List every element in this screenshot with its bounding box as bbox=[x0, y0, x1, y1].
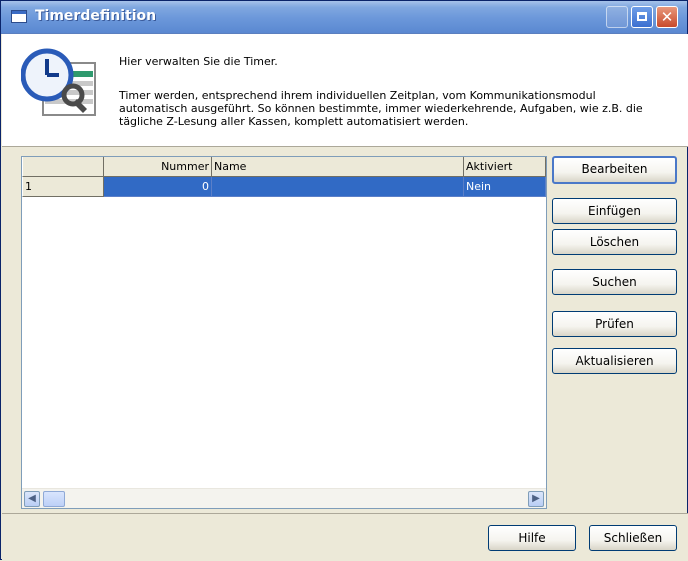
column-header-nummer[interactable]: Nummer bbox=[104, 157, 212, 177]
aktualisieren-button[interactable]: Aktualisieren bbox=[552, 348, 677, 374]
column-header-name[interactable]: Name bbox=[212, 157, 464, 177]
einfuegen-button[interactable]: Einfügen bbox=[552, 198, 677, 224]
close-icon: ✕ bbox=[660, 8, 674, 26]
hilfe-button[interactable]: Hilfe bbox=[488, 525, 576, 551]
close-button[interactable]: ✕ bbox=[656, 6, 678, 28]
horizontal-scrollbar[interactable]: ◀ ▶ bbox=[22, 488, 546, 508]
schliessen-button[interactable]: Schließen bbox=[589, 525, 677, 551]
maximize-button[interactable] bbox=[631, 6, 653, 28]
row-header-corner bbox=[22, 157, 104, 177]
timer-definition-window: Timerdefinition ✕ Hier verwalten Sie die… bbox=[0, 0, 688, 561]
window-title: Timerdefinition bbox=[35, 8, 157, 24]
table-row[interactable]: 1 0 Nein bbox=[22, 177, 546, 197]
window-icon bbox=[11, 10, 27, 23]
bearbeiten-button[interactable]: Bearbeiten bbox=[552, 156, 677, 184]
row-number[interactable]: 1 bbox=[22, 177, 104, 197]
table-header: Nummer Name Aktiviert bbox=[22, 157, 546, 177]
cell-aktiviert[interactable]: Nein bbox=[464, 177, 546, 197]
scroll-right-button[interactable]: ▶ bbox=[528, 491, 544, 507]
cell-nummer[interactable]: 0 bbox=[104, 177, 212, 197]
loeschen-button[interactable]: Löschen bbox=[552, 229, 677, 255]
description-text: Timer werden, entsprechend ihrem individ… bbox=[119, 89, 643, 128]
footer-bar bbox=[2, 513, 688, 561]
scroll-left-button[interactable]: ◀ bbox=[24, 491, 40, 507]
cell-name[interactable] bbox=[212, 177, 464, 197]
timer-table[interactable]: Nummer Name Aktiviert 1 0 Nein ◀ ▶ bbox=[21, 156, 547, 509]
column-header-aktiviert[interactable]: Aktiviert bbox=[464, 157, 546, 177]
clock-wrench-icon bbox=[21, 48, 96, 116]
title-bar[interactable]: Timerdefinition ✕ bbox=[1, 1, 687, 34]
pruefen-button[interactable]: Prüfen bbox=[552, 311, 677, 337]
suchen-button[interactable]: Suchen bbox=[552, 269, 677, 295]
maximize-icon bbox=[637, 12, 647, 21]
minimize-button[interactable] bbox=[606, 6, 628, 28]
intro-text: Hier verwalten Sie die Timer. bbox=[119, 55, 278, 68]
scroll-thumb[interactable] bbox=[43, 491, 65, 507]
